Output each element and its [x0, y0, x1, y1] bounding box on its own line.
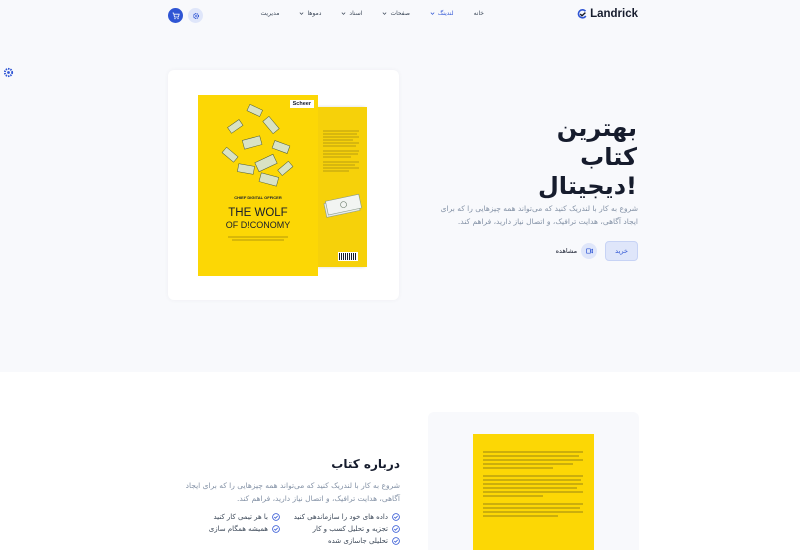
book-back-image	[473, 434, 594, 550]
hero-section: Scheer CHIEF DIGITAL OFFICER THE WOLF OF…	[0, 32, 800, 372]
feature-label: داده های خود را سازماندهی کنید	[293, 513, 388, 521]
book-back-text	[483, 451, 583, 517]
book-author-role: CHIEF DIGITAL OFFICER	[234, 195, 282, 200]
feature-list: داده های خود را سازماندهی کنید با هر تیم…	[160, 513, 400, 545]
chevron-down-icon	[341, 12, 346, 15]
about-title: درباره کتاب	[331, 457, 400, 471]
video-button[interactable]	[581, 243, 598, 259]
cart-icon	[172, 12, 180, 19]
book-back-card	[428, 412, 639, 550]
check-circle-icon	[272, 513, 280, 521]
check-circle-icon	[272, 525, 280, 533]
back-cover-text	[323, 130, 359, 172]
nav-item-home[interactable]: خانه	[474, 10, 484, 17]
check-circle-icon	[392, 525, 400, 533]
nav-item-label: لندینگ	[437, 10, 454, 17]
hero-title-line3: دیجیتال!	[537, 172, 637, 200]
chevron-down-icon	[300, 12, 304, 15]
book-cover-card: Scheer CHIEF DIGITAL OFFICER THE WOLF OF…	[168, 70, 399, 300]
brand-logo-icon	[577, 9, 587, 19]
feature-label: همیشه همگام سازی	[208, 525, 268, 533]
nav-item-label: خانه	[473, 10, 484, 17]
hero-actions: خرید مشاهده	[556, 241, 638, 261]
nav-item-pages[interactable]: صفحات	[382, 10, 410, 17]
about-section: درباره کتاب شروع به کار با لندریک کنید ک…	[0, 372, 800, 550]
check-circle-icon	[392, 537, 400, 545]
nav-item-demos[interactable]: دموها	[299, 10, 321, 17]
book-front-cover: Scheer CHIEF DIGITAL OFFICER THE WOLF OF…	[198, 95, 318, 276]
feature-label: با هر تیمی کار کنید	[213, 513, 268, 521]
gear-icon[interactable]	[3, 67, 14, 78]
hero-title: بهترین کتاب دیجیتال!	[437, 114, 637, 201]
gear-icon	[192, 12, 199, 19]
nav-item-label: صفحات	[390, 10, 410, 17]
book-cover-image: Scheer CHIEF DIGITAL OFFICER THE WOLF OF…	[198, 95, 367, 276]
barcode	[338, 252, 358, 261]
money-stack-icon	[323, 193, 362, 218]
list-item: همیشه همگام سازی	[160, 525, 280, 533]
nav-item-label: دموها	[307, 10, 322, 17]
hero-title-line1: بهترین	[556, 114, 637, 142]
watch-link[interactable]: مشاهده	[556, 243, 598, 259]
list-item: تجزیه و تحلیل کسب و کار	[280, 525, 400, 533]
list-item: داده های خود را سازماندهی کنید	[280, 513, 400, 521]
about-description: شروع به کار با لندریک کنید که می‌تواند ه…	[185, 481, 400, 503]
page: Landrick خانه لندینگ صفحات اسناد دموها م…	[0, 0, 800, 550]
feature-label: تجزیه و تحلیل کسب و کار	[312, 525, 388, 533]
video-icon	[585, 248, 593, 254]
nav-item-landing[interactable]: لندینگ	[430, 10, 454, 17]
book-title-line1: THE WOLF	[228, 207, 288, 219]
list-item: با هر تیمی کار کنید	[160, 513, 280, 521]
hero-description: شروع به کار با لندریک کنید که می‌تواند ه…	[440, 204, 638, 226]
book-title-line2: OF D!CONOMY	[225, 220, 291, 230]
nav-menu: خانه لندینگ صفحات اسناد دموها مدیریت	[261, 10, 484, 17]
nav-item-label: مدیریت	[260, 10, 280, 17]
navbar: Landrick خانه لندینگ صفحات اسناد دموها م…	[0, 0, 800, 32]
brand-name: Landrick	[590, 8, 638, 20]
brand[interactable]: Landrick	[577, 8, 638, 20]
hero-title-line2: کتاب	[580, 143, 637, 171]
book-back-cover	[318, 107, 367, 267]
cart-button[interactable]	[168, 8, 183, 23]
buy-button[interactable]: خرید	[605, 241, 638, 261]
list-item: تحلیلی جاسازی شده	[280, 537, 400, 545]
chevron-down-icon	[383, 12, 387, 15]
watch-label: مشاهده	[555, 247, 578, 255]
nav-item-label: اسناد	[349, 10, 363, 17]
check-circle-icon	[392, 513, 400, 521]
chevron-down-icon	[430, 12, 435, 15]
feature-label: تحلیلی جاسازی شده	[327, 537, 388, 545]
book-subtitle-lines	[228, 236, 288, 241]
settings-button[interactable]	[188, 8, 203, 23]
falling-money-illustration	[221, 103, 294, 187]
nav-buttons	[168, 8, 203, 23]
nav-item-admin[interactable]: مدیریت	[261, 10, 280, 17]
nav-item-docs[interactable]: اسناد	[341, 10, 362, 17]
